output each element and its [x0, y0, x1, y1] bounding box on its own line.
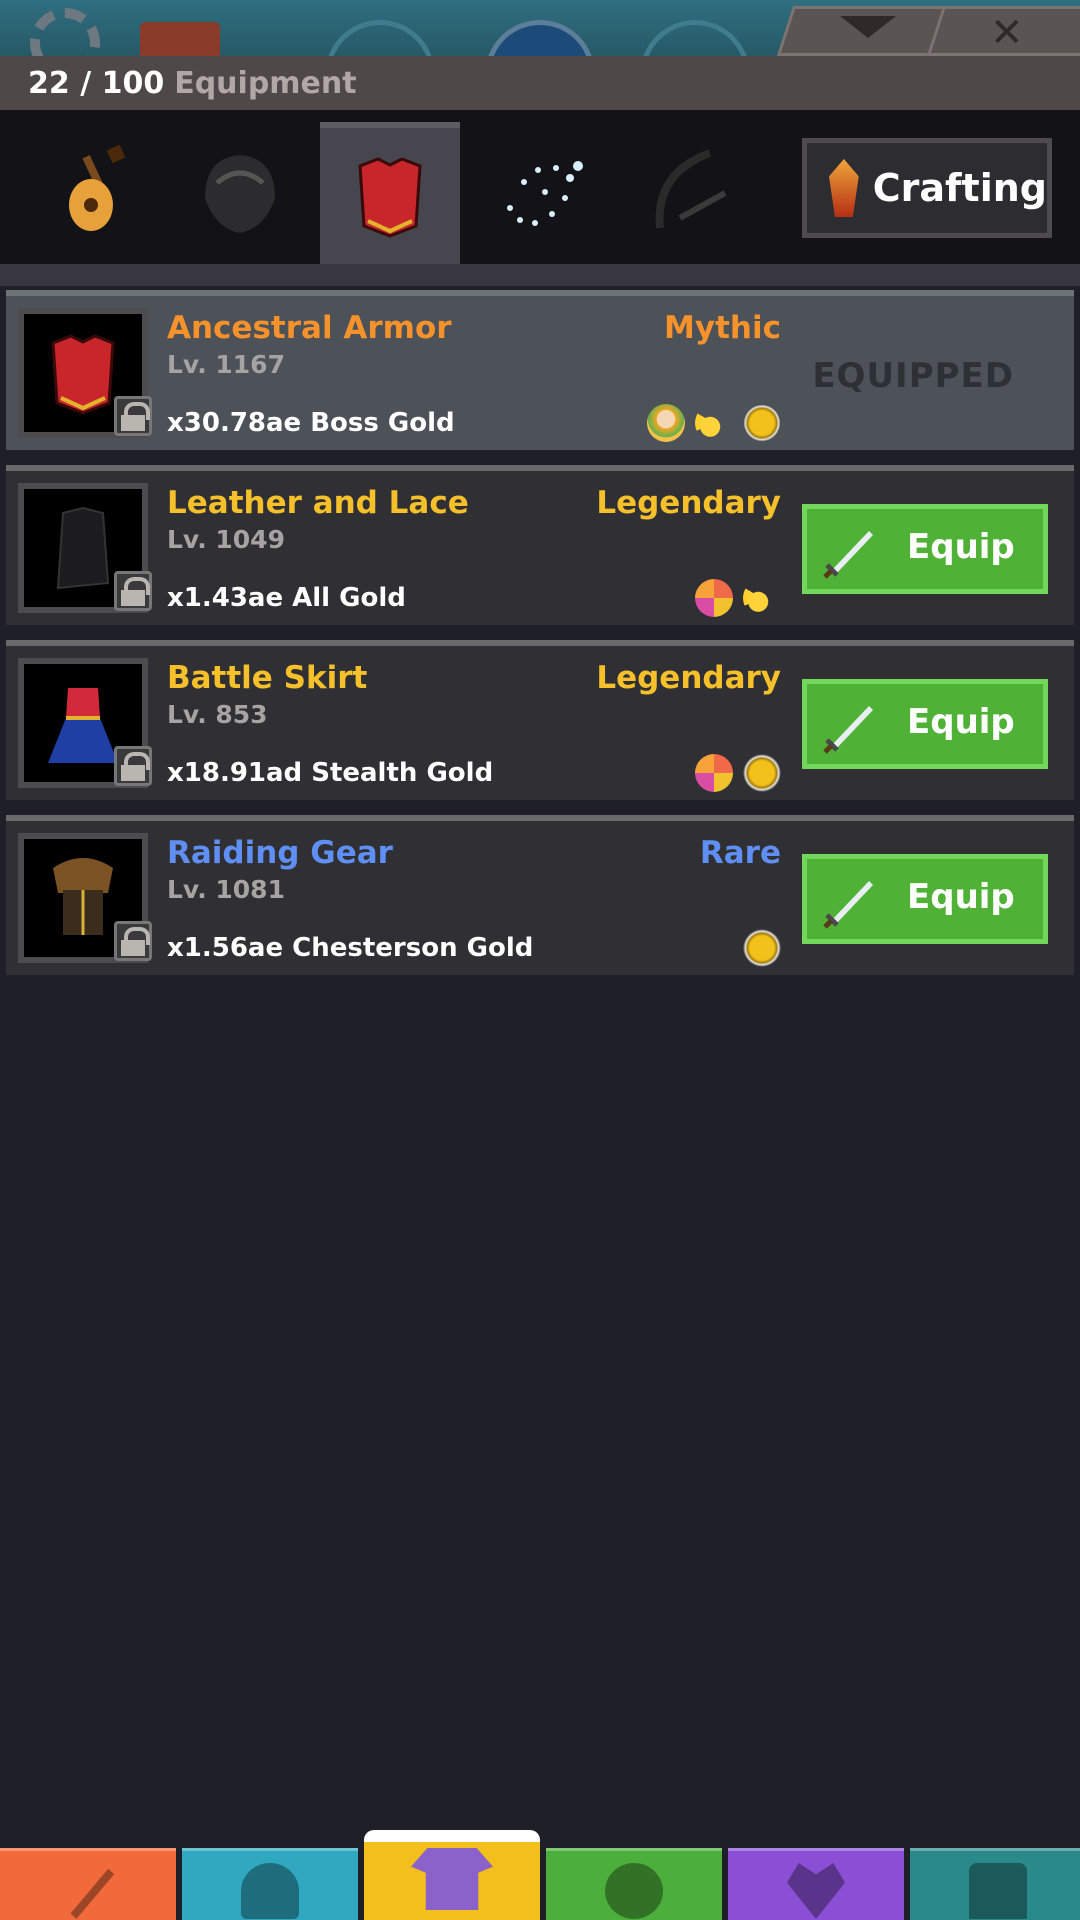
coin-icon: [743, 929, 781, 967]
multi-coin-icon: [695, 579, 733, 617]
portal-icon[interactable]: [485, 20, 595, 56]
equipment-row[interactable]: Ancestral Armor Lv. 1167 x30.78ae Boss G…: [6, 290, 1074, 450]
red-armor-icon: [358, 157, 422, 238]
coin-icon: [743, 404, 781, 442]
nav-heroes[interactable]: [182, 1848, 358, 1920]
bottom-nav: [0, 1830, 1080, 1920]
crafting-gem-icon: [829, 159, 859, 217]
item-name: Raiding Gear: [167, 835, 393, 871]
nav-pets[interactable]: [546, 1848, 722, 1920]
item-rarity: Legendary: [596, 660, 781, 696]
tab-weapon[interactable]: [620, 122, 760, 264]
item-level: Lv. 853: [167, 700, 268, 729]
hair-helmet-icon: [205, 155, 275, 233]
tab-aura[interactable]: [470, 122, 610, 264]
bonus-icons: [695, 579, 781, 617]
item-bonus: x30.78ae Boss Gold: [167, 408, 455, 438]
nav-shop[interactable]: [910, 1848, 1080, 1920]
item-name: Leather and Lace: [167, 485, 469, 521]
item-level: Lv. 1081: [167, 875, 285, 904]
nav-sword[interactable]: [0, 1848, 176, 1920]
item-rarity: Rare: [699, 835, 781, 871]
hero-icon: [647, 404, 685, 442]
nav-clan[interactable]: [728, 1848, 904, 1920]
equipment-row[interactable]: Raiding Gear Lv. 1081 x1.56ae Chesterson…: [6, 815, 1074, 975]
equipment-count: 22 / 100: [28, 65, 165, 101]
lock-icon[interactable]: [114, 571, 152, 611]
chest-icon: [969, 1863, 1027, 1919]
round-button-icon[interactable]: [640, 20, 750, 56]
bonus-icons: [695, 754, 781, 792]
pet-icon: [605, 1863, 663, 1919]
star-icon: [743, 579, 781, 617]
equipment-title: Equipment: [174, 65, 357, 101]
clan-heart-icon: [787, 1863, 845, 1919]
sword-icon: [823, 531, 873, 579]
lock-icon[interactable]: [114, 746, 152, 786]
item-bonus: x1.43ae All Gold: [167, 583, 406, 613]
bonus-icons: [647, 404, 781, 442]
equip-label: Equip: [907, 527, 1015, 567]
sword-icon: [823, 706, 873, 754]
tab-guitar[interactable]: [28, 122, 168, 264]
close-icon: ✕: [990, 10, 1024, 56]
viking-helmet-icon: [241, 1863, 299, 1919]
item-name: Ancestral Armor: [167, 310, 452, 346]
equip-button[interactable]: Equip: [802, 504, 1048, 594]
sword-icon: [70, 1868, 115, 1919]
item-bonus: x1.56ae Chesterson Gold: [167, 933, 534, 963]
equipment-row[interactable]: Leather and Lace Lv. 1049 x1.43ae All Go…: [6, 465, 1074, 625]
sword-icon: [823, 881, 873, 929]
nav-equipment[interactable]: [364, 1830, 540, 1920]
scythe-icon: [655, 149, 727, 229]
coin-icon: [743, 754, 781, 792]
multi-coin-icon: [695, 754, 733, 792]
equipment-row[interactable]: Battle Skirt Lv. 853 x18.91ad Stealth Go…: [6, 640, 1074, 800]
lock-icon[interactable]: [114, 921, 152, 961]
equipped-label: EQUIPPED: [812, 356, 1014, 396]
item-bonus: x18.91ad Stealth Gold: [167, 758, 494, 788]
item-name: Battle Skirt: [167, 660, 368, 696]
guitar-icon: [69, 144, 126, 231]
chevron-down-icon: [840, 16, 896, 38]
gear-icon[interactable]: [30, 8, 100, 56]
item-level: Lv. 1167: [167, 350, 285, 379]
round-button-icon[interactable]: [325, 20, 435, 56]
bonus-icons: [743, 929, 781, 967]
item-level: Lv. 1049: [167, 525, 285, 554]
tabs-divider: [0, 264, 1080, 286]
equipment-header: 22 / 100 Equipment: [0, 56, 1080, 110]
crafting-button[interactable]: Crafting: [802, 138, 1052, 238]
equip-button[interactable]: Equip: [802, 679, 1048, 769]
lock-icon[interactable]: [114, 396, 152, 436]
star-icon: [695, 404, 733, 442]
tab-armor[interactable]: [320, 122, 460, 264]
crafting-label: Crafting: [872, 166, 1047, 210]
shield-icon[interactable]: [140, 22, 220, 56]
tab-helmet[interactable]: [170, 122, 310, 264]
item-rarity: Legendary: [596, 485, 781, 521]
top-strip: ✕: [0, 0, 1080, 56]
item-rarity: Mythic: [664, 310, 781, 346]
equip-label: Equip: [907, 702, 1015, 742]
equip-label: Equip: [907, 877, 1015, 917]
equip-button[interactable]: Equip: [802, 854, 1048, 944]
shirt-icon: [411, 1848, 493, 1910]
sparkles-icon: [507, 161, 583, 226]
